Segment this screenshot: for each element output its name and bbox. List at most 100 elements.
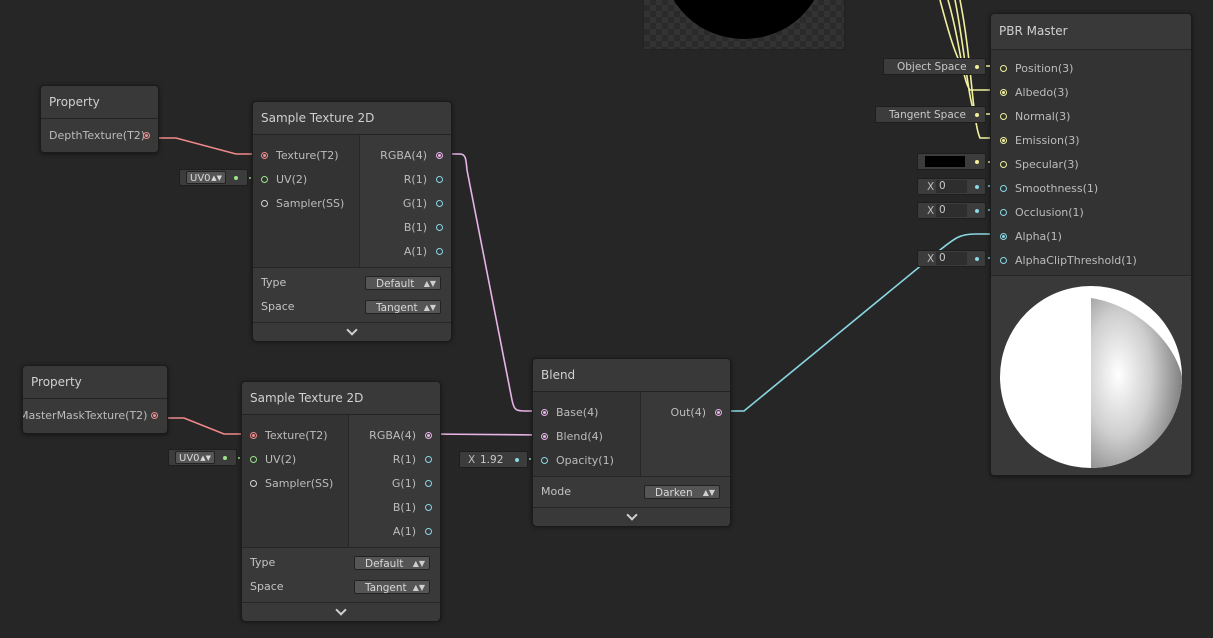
output-label-a: A(1) <box>392 525 416 538</box>
type-label: Type <box>250 556 276 569</box>
master-preview <box>991 275 1191 474</box>
input-port-normal[interactable] <box>1000 113 1007 120</box>
chevron-down-icon <box>346 324 358 336</box>
output-label-r: R(1) <box>392 453 416 466</box>
uv-input-box-1[interactable]: UV0 ▲▼ <box>179 169 248 186</box>
normal-space-value: Tangent Space <box>889 109 966 121</box>
property-node-depth[interactable]: Property DepthTexture(T2) <box>40 85 159 153</box>
input-port-emission[interactable] <box>1000 137 1007 144</box>
occlusion-axis-label: X <box>927 205 935 217</box>
input-port-uv[interactable] <box>250 456 257 463</box>
specular-color-swatch[interactable] <box>925 156 965 167</box>
input-label-base: Base(4) <box>556 406 599 419</box>
output-label-b: B(1) <box>403 221 427 234</box>
output-port-a[interactable] <box>436 248 443 255</box>
type-dropdown[interactable]: Default ▲▼ <box>354 556 430 570</box>
alphaclip-axis-label: X <box>927 253 935 265</box>
output-port-b[interactable] <box>425 504 432 511</box>
input-port-opacity[interactable] <box>541 457 548 464</box>
wire-rgba-base <box>439 153 544 412</box>
node-title: Property <box>23 366 167 399</box>
output-port-g[interactable] <box>425 480 432 487</box>
occlusion-field[interactable]: X 0 <box>917 202 986 219</box>
output-port-a[interactable] <box>425 528 432 535</box>
pbr-master-node[interactable]: PBR Master Position(3) Albedo(3) Normal(… <box>990 13 1192 476</box>
input-label-albedo: Albedo(3) <box>1015 86 1069 99</box>
input-port-specular[interactable] <box>1000 161 1007 168</box>
input-label-sampler: Sampler(SS) <box>276 197 345 210</box>
mode-dropdown[interactable]: Darken ▲▼ <box>644 485 720 499</box>
type-label: Type <box>261 276 287 289</box>
input-label-normal: Normal(3) <box>1015 110 1071 123</box>
output-label-rgba: RGBA(4) <box>380 149 427 162</box>
space-label: Space <box>250 580 284 593</box>
input-port-sampler[interactable] <box>261 200 268 207</box>
port-row-output: DepthTexture(T2) <box>49 124 145 148</box>
output-label-r: R(1) <box>403 173 427 186</box>
position-space-field[interactable]: Object Space <box>883 58 986 75</box>
opacity-value[interactable]: 1.92 <box>480 452 503 469</box>
input-port-smoothness[interactable] <box>1000 185 1007 192</box>
port-label: MasterMaskTexture(T2) <box>23 409 148 422</box>
output-port-texture[interactable] <box>143 132 150 139</box>
node-title: Sample Texture 2D <box>253 102 451 135</box>
input-port-base[interactable] <box>541 409 548 416</box>
output-port-out[interactable] <box>715 409 722 416</box>
opacity-axis-label: X <box>468 454 476 466</box>
input-label-uv: UV(2) <box>276 173 308 186</box>
input-port-alphaclip[interactable] <box>1000 257 1007 264</box>
input-port-texture[interactable] <box>261 152 268 159</box>
wire-mask-texture <box>155 417 253 435</box>
opacity-input-box[interactable]: X 1.92 <box>459 451 528 468</box>
input-label-alphaclip: AlphaClipThreshold(1) <box>1015 254 1137 267</box>
collapse-toggle[interactable] <box>533 507 730 526</box>
input-label-blend: Blend(4) <box>556 430 603 443</box>
normal-space-field[interactable]: Tangent Space <box>875 106 986 123</box>
output-port-rgba[interactable] <box>425 432 432 439</box>
input-port-sampler[interactable] <box>250 480 257 487</box>
collapse-toggle[interactable] <box>242 602 440 621</box>
space-dropdown[interactable]: Tangent ▲▼ <box>365 300 441 314</box>
uv-dropdown[interactable]: UV0 ▲▼ <box>186 171 226 184</box>
input-label-opacity: Opacity(1) <box>556 454 614 467</box>
input-port-occlusion[interactable] <box>1000 209 1007 216</box>
input-port-position[interactable] <box>1000 65 1007 72</box>
property-node-mask[interactable]: Property MasterMaskTexture(T2) <box>22 365 168 434</box>
preview-sphere <box>664 0 824 39</box>
input-port-albedo[interactable] <box>1000 89 1007 96</box>
input-port-blend[interactable] <box>541 433 548 440</box>
output-port-b[interactable] <box>436 224 443 231</box>
collapse-toggle[interactable] <box>253 322 451 341</box>
output-port-r[interactable] <box>436 176 443 183</box>
sample-texture-node-2[interactable]: Sample Texture 2D Texture(T2) UV(2) Samp… <box>241 381 441 621</box>
alphaclip-value[interactable]: 0 <box>936 252 967 265</box>
input-label-sampler: Sampler(SS) <box>265 477 334 490</box>
smoothness-value[interactable]: 0 <box>936 180 967 193</box>
alphaclip-field[interactable]: X 0 <box>917 250 986 267</box>
position-space-value: Object Space <box>897 61 967 73</box>
preview-node-top <box>643 0 845 50</box>
input-label-position: Position(3) <box>1015 62 1074 75</box>
output-port-g[interactable] <box>436 200 443 207</box>
specular-color-field[interactable] <box>917 153 986 170</box>
output-label-b: B(1) <box>392 501 416 514</box>
wire-depth-texture <box>146 137 264 155</box>
output-port-r[interactable] <box>425 456 432 463</box>
sample-texture-node-1[interactable]: Sample Texture 2D Texture(T2) UV(2) Samp… <box>252 101 452 341</box>
space-dropdown[interactable]: Tangent ▲▼ <box>354 580 430 594</box>
space-label: Space <box>261 300 295 313</box>
input-port-alpha[interactable] <box>1000 233 1007 240</box>
type-dropdown[interactable]: Default ▲▼ <box>365 276 441 290</box>
port-row-output: MasterMaskTexture(T2) <box>23 404 147 428</box>
uv-input-box-2[interactable]: UV0 ▲▼ <box>168 449 237 466</box>
uv-dropdown[interactable]: UV0 ▲▼ <box>175 451 215 464</box>
input-label-uv: UV(2) <box>265 453 297 466</box>
blend-node[interactable]: Blend Base(4) Blend(4) Opacity(1) Out(4)… <box>532 358 731 526</box>
input-port-uv[interactable] <box>261 176 268 183</box>
output-port-rgba[interactable] <box>436 152 443 159</box>
occlusion-value[interactable]: 0 <box>936 204 967 217</box>
input-port-texture[interactable] <box>250 432 257 439</box>
smoothness-field[interactable]: X 0 <box>917 178 986 195</box>
input-label-smoothness: Smoothness(1) <box>1015 182 1099 195</box>
output-port-texture[interactable] <box>151 412 158 419</box>
